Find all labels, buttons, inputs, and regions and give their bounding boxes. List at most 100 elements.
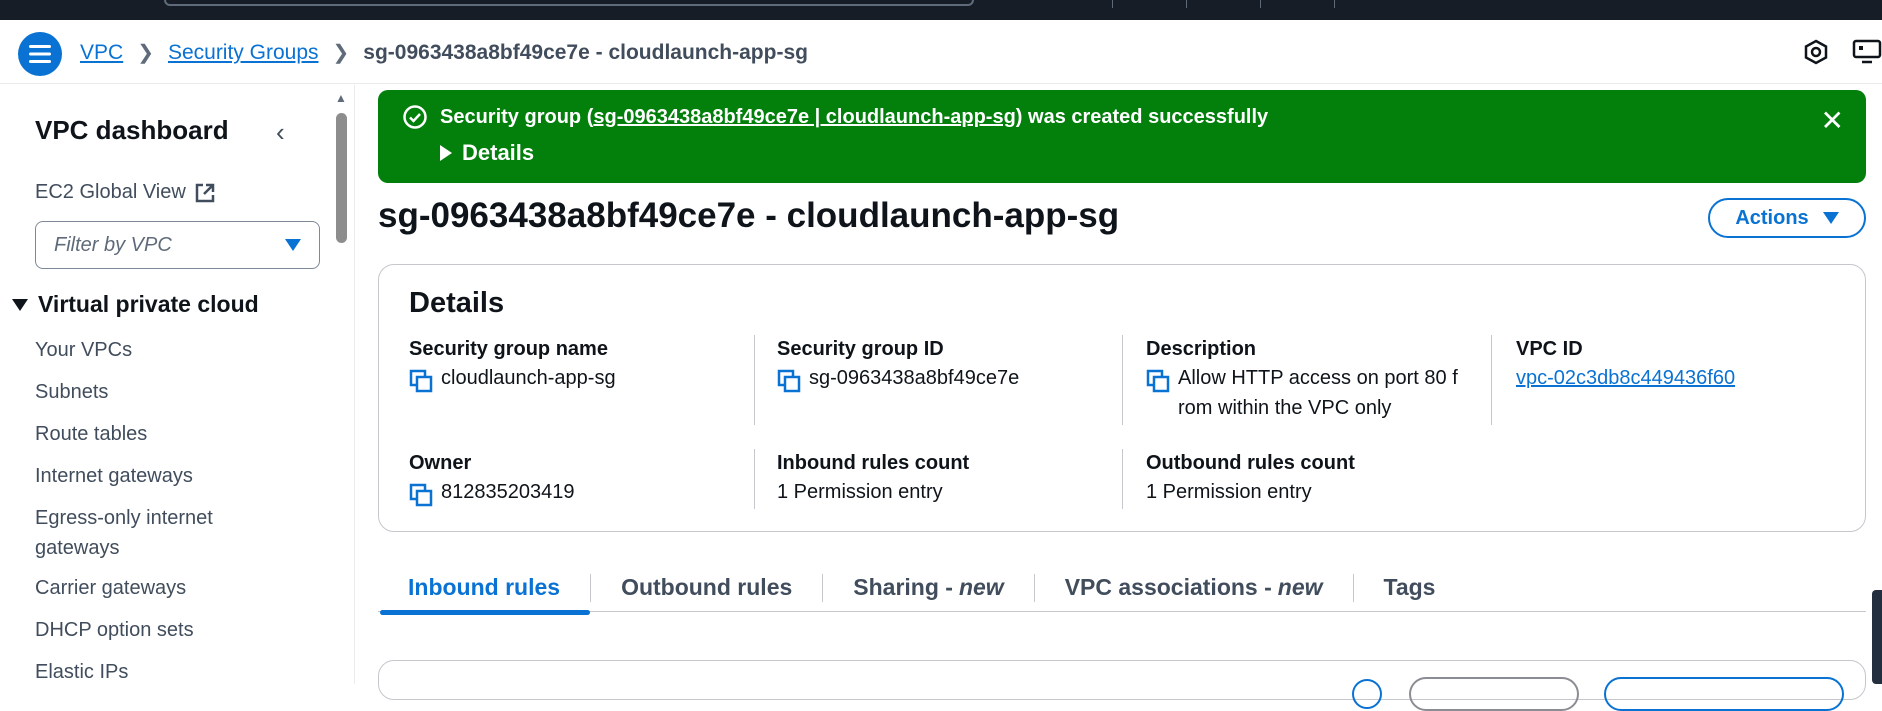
sidebar-item-elastic-ips[interactable]: Elastic IPs	[35, 657, 128, 687]
column-divider	[1491, 335, 1492, 425]
caret-right-icon	[440, 145, 452, 161]
menu-button[interactable]	[18, 32, 62, 76]
copy-icon[interactable]	[409, 483, 433, 507]
success-check-icon	[403, 105, 427, 129]
field-label: Inbound rules count	[777, 452, 970, 474]
security-group-id-field: Security group ID sg-0963438a8bf49ce7e	[777, 335, 1019, 393]
sidebar-item-subnets[interactable]: Subnets	[35, 377, 108, 407]
sidebar-item-carrier-gateways[interactable]: Carrier gateways	[35, 573, 186, 603]
field-value: cloudlaunch-app-sg	[441, 367, 616, 389]
owner-field: Owner 812835203419	[409, 449, 574, 507]
actions-label: Actions	[1735, 206, 1809, 229]
flash-prefix: Security group (	[440, 105, 594, 128]
breadcrumb-security-groups-link[interactable]: Security Groups	[168, 41, 319, 65]
chevron-right-icon: ❯	[332, 42, 350, 64]
field-value: 1 Permission entry	[777, 481, 943, 503]
side-panel-handle[interactable]	[1872, 590, 1882, 684]
tab-sharing[interactable]: Sharing - new	[823, 564, 1033, 612]
external-link-icon	[195, 183, 215, 202]
field-label: Security group name	[409, 338, 608, 360]
flash-details-label: Details	[462, 140, 535, 165]
flash-suffix: ) was created successfully	[1015, 105, 1269, 128]
new-badge: new	[958, 574, 1004, 600]
inbound-rules-panel	[378, 660, 1866, 711]
page-title: sg-0963438a8bf49ce7e - cloudlaunch-app-s…	[378, 196, 1120, 235]
field-label: Outbound rules count	[1146, 452, 1355, 474]
sidebar-item-internet-gateways[interactable]: Internet gateways	[35, 461, 193, 491]
header-utility-icons	[1802, 38, 1882, 66]
copy-icon[interactable]	[777, 369, 801, 393]
rules-tabs: Inbound rules Outbound rules Sharing - ne…	[378, 564, 1866, 615]
chevron-right-icon: ❯	[137, 42, 154, 64]
top-navigation-bar	[0, 0, 1882, 20]
field-value: Allow HTTP access on port 80 from within…	[1178, 367, 1458, 419]
breadcrumb-current: sg-0963438a8bf49ce7e - cloudlaunch-app-s…	[363, 40, 808, 64]
success-flashbar: Security group (sg-0963438a8bf49ce7e | c…	[378, 90, 1866, 183]
inbound-rules-count-field: Inbound rules count 1 Permission entry	[777, 449, 969, 507]
field-value: 812835203419	[441, 481, 575, 503]
breadcrumb-bar: VPC ❯ Security Groups ❯ sg-0963438a8bf49…	[0, 20, 1882, 84]
nav-divider	[1186, 0, 1187, 8]
vpc-id-link[interactable]: vpc-02c3db8c449436f60	[1516, 363, 1735, 393]
column-divider	[754, 449, 755, 509]
field-label: VPC ID	[1516, 338, 1583, 360]
flash-message: Security group (sg-0963438a8bf49ce7e | c…	[402, 104, 1268, 130]
outbound-rules-count-field: Outbound rules count 1 Permission entry	[1146, 449, 1355, 507]
column-divider	[1122, 449, 1123, 509]
tab-inbound-rules[interactable]: Inbound rules	[378, 564, 591, 615]
field-value: 1 Permission entry	[1146, 481, 1312, 503]
caret-down-icon	[285, 239, 301, 251]
sidebar-scrollbar[interactable]	[336, 113, 347, 243]
filter-by-vpc-select[interactable]: Filter by VPC	[35, 221, 320, 269]
tab-outbound-rules[interactable]: Outbound rules	[591, 564, 822, 612]
collapse-sidebar-icon[interactable]: ‹	[276, 117, 285, 148]
nav-divider	[1334, 0, 1335, 8]
secondary-button[interactable]	[1409, 677, 1579, 711]
actions-button[interactable]: Actions	[1708, 198, 1866, 238]
side-navigation: VPC dashboard ‹ EC2 Global View Filter b…	[0, 85, 347, 687]
description-field: Description Allow HTTP access on port 80…	[1146, 335, 1464, 423]
column-divider	[1122, 335, 1123, 425]
new-badge: new	[1277, 574, 1323, 600]
flash-security-group-link[interactable]: sg-0963438a8bf49ce7e | cloudlaunch-app-s…	[593, 106, 1015, 128]
sidebar-item-egress-only-internet-gateways[interactable]: Egress-only internet gateways	[35, 503, 275, 563]
sidebar-item-label: EC2 Global View	[35, 181, 186, 203]
tab-label: Sharing -	[853, 574, 953, 600]
hamburger-icon	[29, 45, 51, 63]
close-icon[interactable]: ✕	[1821, 104, 1844, 137]
caret-down-icon	[12, 298, 28, 311]
primary-button[interactable]	[1604, 677, 1844, 711]
sidebar-item-your-vpcs[interactable]: Your VPCs	[35, 335, 132, 365]
field-label: Security group ID	[777, 338, 944, 360]
sidebar-section-label: Virtual private cloud	[38, 291, 259, 317]
sidebar-item-route-tables[interactable]: Route tables	[35, 419, 147, 449]
global-search-input[interactable]	[164, 0, 974, 6]
sidebar-section-virtual-private-cloud[interactable]: Virtual private cloud	[12, 291, 259, 318]
copy-icon[interactable]	[409, 369, 433, 393]
details-panel: Details Security group name cloudlaunch-…	[378, 264, 1866, 532]
sidebar-item-ec2-global-view[interactable]: EC2 Global View	[35, 181, 216, 204]
copy-icon[interactable]	[1146, 369, 1170, 393]
scroll-up-icon[interactable]: ▲	[335, 91, 347, 105]
tab-label: Inbound rules	[408, 574, 561, 600]
flash-details-toggle[interactable]: Details	[440, 140, 534, 166]
nav-divider	[1260, 0, 1261, 8]
field-label: Description	[1146, 338, 1257, 360]
breadcrumb-vpc-link[interactable]: VPC	[80, 41, 123, 65]
field-label: Owner	[409, 452, 472, 474]
display-settings-icon[interactable]	[1852, 38, 1882, 66]
sidebar-item-dhcp-option-sets[interactable]: DHCP option sets	[35, 615, 194, 645]
vpc-id-field: VPC ID vpc-02c3db8c449436f60	[1516, 335, 1735, 393]
security-group-name-field: Security group name cloudlaunch-app-sg	[409, 335, 616, 393]
tab-vpc-associations[interactable]: VPC associations - new	[1035, 564, 1353, 612]
tab-label: Tags	[1383, 574, 1436, 600]
tab-label: VPC associations -	[1064, 574, 1272, 600]
breadcrumb: VPC ❯ Security Groups ❯ sg-0963438a8bf49…	[80, 40, 808, 65]
tab-tags[interactable]: Tags	[1354, 564, 1466, 612]
settings-hexagon-icon[interactable]	[1802, 38, 1830, 66]
content-divider	[354, 85, 355, 684]
sidebar-title: VPC dashboard	[35, 115, 229, 145]
column-divider	[754, 335, 755, 425]
nav-divider	[1112, 0, 1113, 8]
details-heading: Details	[409, 287, 505, 319]
